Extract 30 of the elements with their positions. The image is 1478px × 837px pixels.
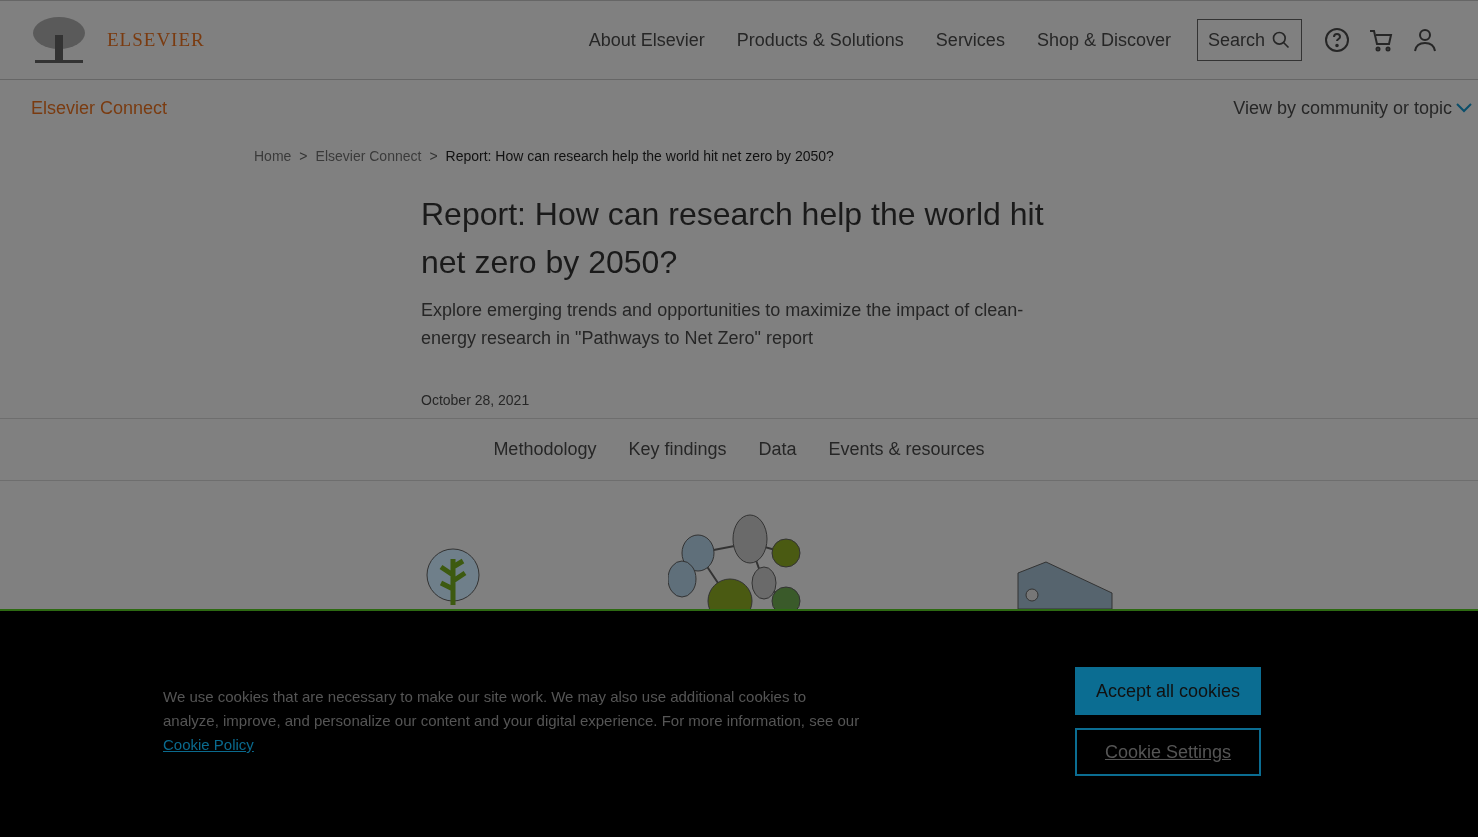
article-subtitle: Explore emerging trends and opportunities to maximize the impact of clean-energy research in "Pathways to Net Zero" report xyxy=(421,299,1025,350)
cookie-notice-text: We use cookies that are necessary to make our site work. We may also use additional cookies to analyze, improve, and personalize our content and your digital experience. For more information, see our Cookie Policy xyxy=(163,687,861,755)
nav-link[interactable]: Services xyxy=(935,26,1005,54)
breadcrumb-link[interactable]: Home xyxy=(254,145,292,167)
topic-menu-button[interactable]: View by community or topic xyxy=(1233,94,1472,122)
nav-link[interactable]: Products & Solutions xyxy=(736,26,904,54)
cookie-policy-link[interactable]: Cookie Policy xyxy=(163,736,254,753)
section-tab[interactable]: Data xyxy=(758,436,797,463)
logo-wordmark[interactable]: ELSEVIER xyxy=(107,25,205,55)
tree-logo-icon xyxy=(31,15,87,65)
section-tab[interactable]: Methodology xyxy=(493,436,597,463)
user-icon[interactable] xyxy=(1412,27,1438,53)
section-tab[interactable]: Key findings xyxy=(628,436,727,463)
chevron-down-icon xyxy=(1456,103,1472,113)
accept-cookies-button[interactable]: Accept all cookies xyxy=(1075,667,1261,715)
cart-icon[interactable] xyxy=(1368,27,1394,53)
breadcrumb-separator: > xyxy=(429,146,438,166)
breadcrumb-link[interactable]: Elsevier Connect xyxy=(315,145,422,167)
search-button[interactable]: Search xyxy=(1196,19,1302,61)
nav-link[interactable]: About Elsevier xyxy=(588,26,705,54)
section-title[interactable]: Elsevier Connect xyxy=(31,94,168,122)
article-date: October 28, 2021 xyxy=(421,391,531,410)
breadcrumb-link[interactable]: Report: How can research help the world hit net zero by 2050? xyxy=(445,145,834,167)
cookie-settings-button[interactable]: Cookie Settings xyxy=(1075,728,1261,776)
section-tab[interactable]: Events & resources xyxy=(828,436,985,463)
article-title: Report: How can research help the world hit net zero by 2050? xyxy=(421,195,1045,282)
search-icon xyxy=(1271,30,1291,50)
help-icon[interactable] xyxy=(1324,27,1350,53)
nav-link[interactable]: Shop & Discover xyxy=(1036,26,1171,54)
breadcrumb-separator: > xyxy=(299,146,308,166)
